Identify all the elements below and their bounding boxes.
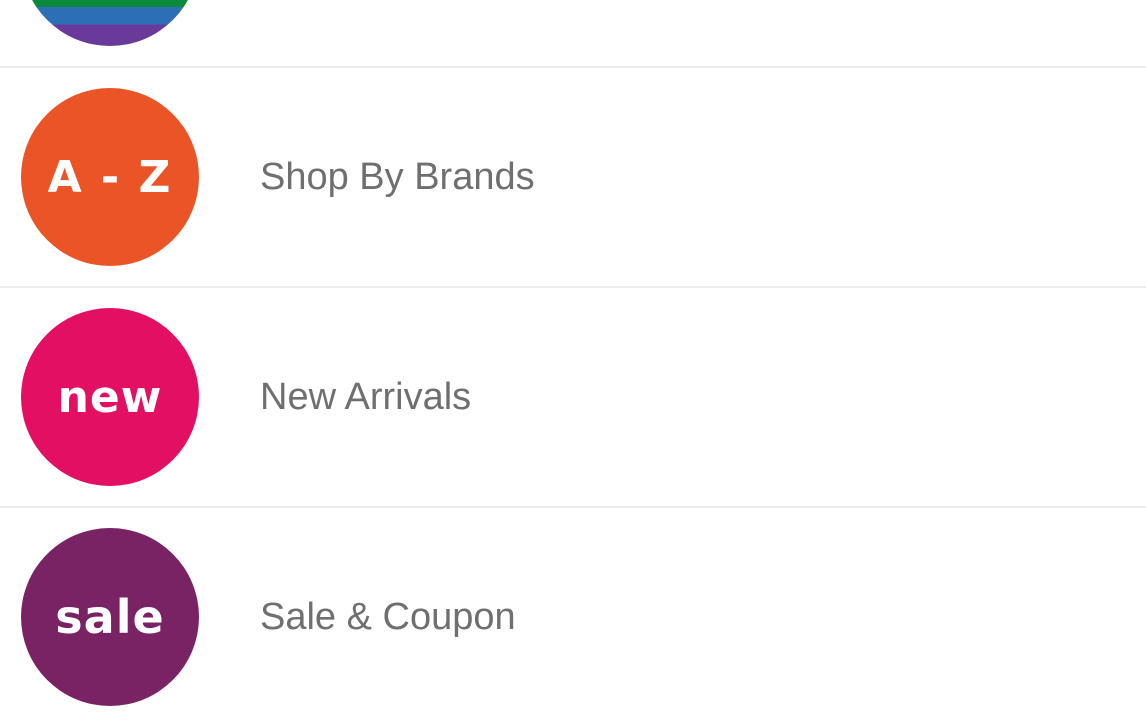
menu-item-label: New Arrivals [260,376,472,418]
partial-category-icon [21,0,199,46]
category-menu-list: A - Z Shop By Brands new New Arrivals sa… [0,0,1146,716]
menu-item-sale-coupon[interactable]: sale Sale & Coupon [0,508,1146,728]
menu-item-label: Sale & Coupon [260,596,516,638]
menu-item-new-arrivals[interactable]: new New Arrivals [0,288,1146,508]
menu-item-label: Shop By Brands [260,156,535,198]
menu-item-shop-by-brands[interactable]: A - Z Shop By Brands [0,68,1146,288]
new-badge-icon: new [21,308,199,486]
menu-item-partial[interactable] [0,0,1146,68]
az-brands-icon: A - Z [21,88,199,266]
sale-badge-icon: sale [21,528,199,706]
